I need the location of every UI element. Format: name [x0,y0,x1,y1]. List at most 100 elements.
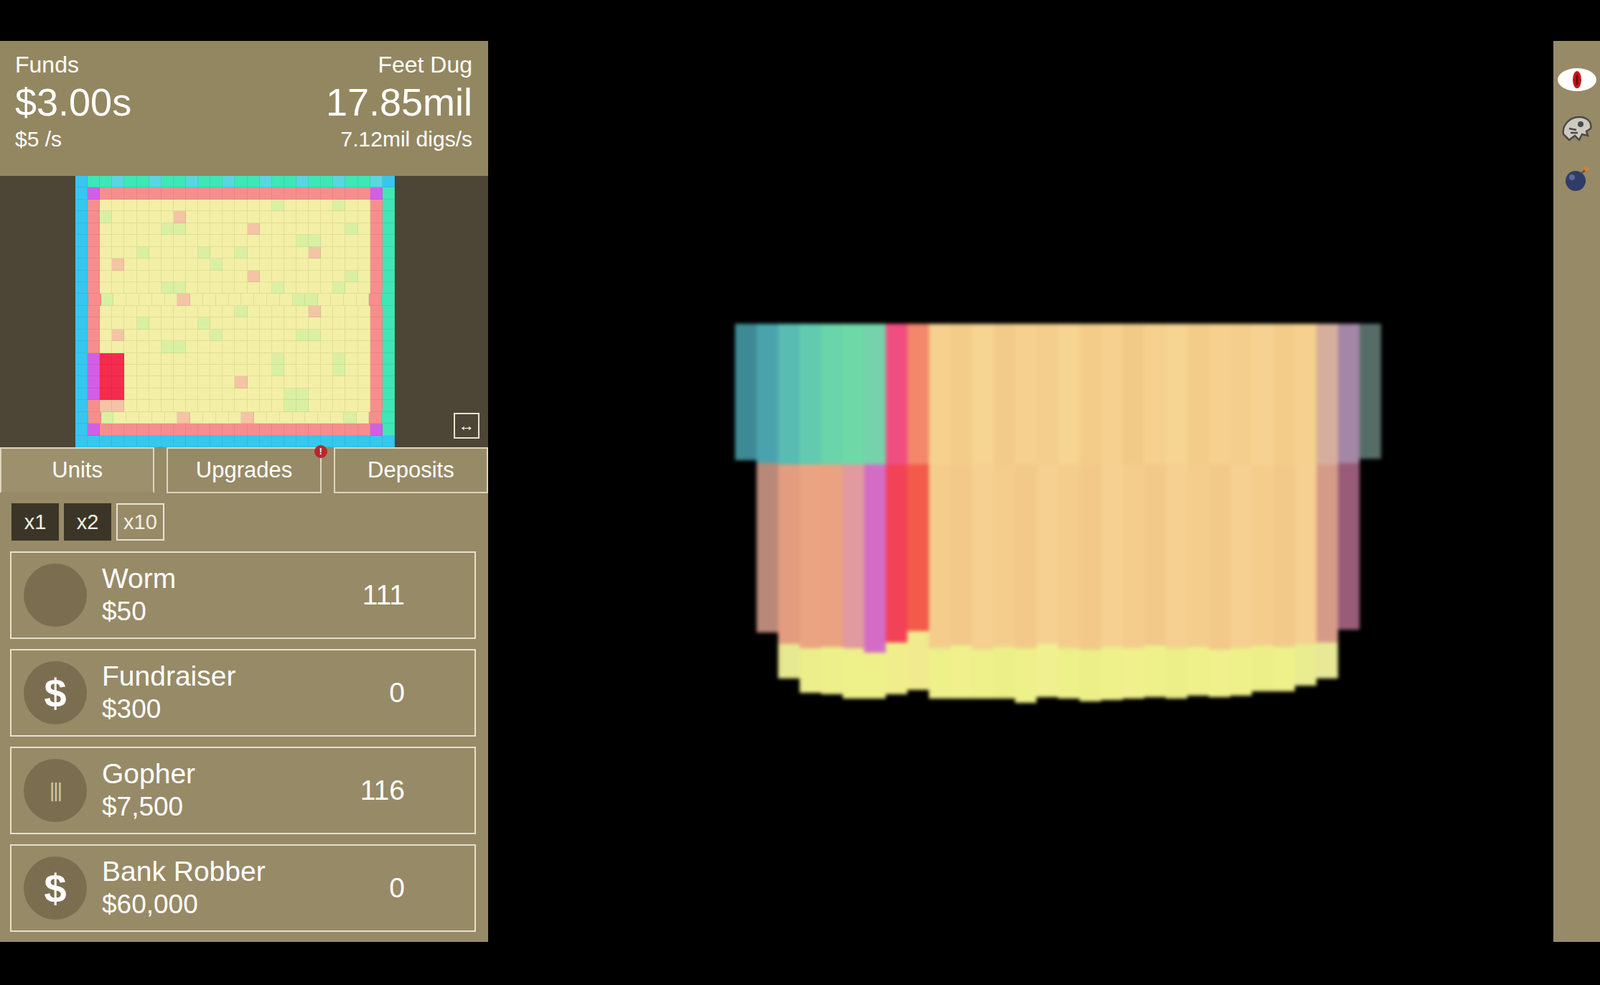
dig-layer [1165,464,1188,649]
fossil-button[interactable] [1556,112,1598,145]
unit-card[interactable]: $Fundraiser$3000 [10,648,476,737]
minimap-cell [382,388,395,400]
minimap-cell [308,423,321,435]
minimap-cell [161,223,174,235]
unit-list: Worm$50111 $Fundraiser$3000 |||Gopher$7,50… [0,551,489,932]
minimap-cell [87,353,100,365]
unit-card[interactable]: |||Gopher$7,500116 [10,746,476,835]
minimap-cell [149,317,162,329]
minimap[interactable]: ↔ [0,175,489,448]
minimap-cell [330,412,344,424]
minimap-cell [75,412,89,424]
dig-column [1036,323,1059,697]
multiplier-button[interactable]: x1 [11,503,59,541]
minimap-row [75,364,395,377]
minimap-cell [241,293,255,306]
minimap-cell [370,211,383,223]
minimap-cell [272,211,285,223]
tab[interactable]: Units [0,447,155,494]
minimap-cell [370,329,383,341]
dig-column [971,323,994,699]
minimap-cell [161,376,174,388]
minimap-cell [296,399,309,412]
unit-name: Bank Robber [101,854,374,889]
minimap-cell [185,399,199,412]
dig-column [778,323,800,679]
minimap-cell [173,399,186,412]
minimap-cell [216,293,229,306]
minimap-cell [259,435,273,448]
minimap-cell [173,258,186,270]
minimap-cell [247,305,260,318]
unit-card[interactable]: Worm$50111 [10,551,476,639]
minimap-cell [75,388,88,400]
minimap-cell [272,270,285,283]
dig-layer [799,464,822,649]
minimap-cell [185,388,199,400]
minimap-cell [254,412,268,424]
minimap-cell [296,234,309,247]
eye-icon [1556,66,1598,93]
minimap-cell [234,305,247,318]
minimap-cell [272,305,285,318]
minimap-cell [87,317,100,329]
dig-layer [1079,464,1102,650]
minimap-cell [234,175,247,188]
tab[interactable]: Upgrades! [166,447,321,494]
minimap-cell [137,246,150,259]
dig-layer [1122,464,1145,649]
dig-layer [1165,323,1188,465]
view-button[interactable] [1556,66,1598,93]
minimap-cell [333,388,346,400]
minimap-cell [87,376,100,388]
dig-column [1273,323,1295,692]
minimap-cell [247,340,260,353]
minimap-cell [345,199,358,212]
minimap-cell [382,340,395,353]
depth-label: Feet Dug [377,50,473,79]
minimap-cell [173,282,186,294]
minimap-cell [75,353,88,365]
unit-name: Gopher [101,757,346,792]
minimap-cell [370,270,383,283]
minimap-cell [382,329,395,341]
minimap-cell [137,399,150,412]
minimap-cell [173,353,186,365]
multiplier-button[interactable]: x2 [63,503,112,541]
dig-layer [1122,323,1145,465]
dig-layer [1165,648,1188,699]
minimap-cell [247,234,260,247]
minimap-cell [126,412,140,424]
minimap-cell [272,223,285,235]
bomb-button[interactable] [1556,164,1598,194]
minimap-cell [210,340,223,353]
minimap-cell [358,340,371,353]
dig-layer [993,646,1015,699]
minimap-cell [308,199,321,212]
minimap-cell [382,270,395,283]
expand-button[interactable]: ↔ [453,412,480,439]
unit-card[interactable]: $Bank Robber$60,0000 [10,844,476,932]
minimap-cell [259,399,273,412]
tab[interactable]: Deposits [333,447,489,494]
minimap-row [75,199,395,212]
minimap-cell [259,376,273,388]
unit-name: Fundraiser [101,659,374,694]
minimap-cell [345,340,358,353]
dig-layer [1058,648,1080,699]
dig-layer [1316,642,1338,679]
minimap-cell [320,376,334,388]
minimap-cell [99,258,112,270]
minimap-cell [149,399,162,412]
dig-layer [1122,648,1145,699]
minimap-cell [345,223,358,235]
multiplier-button[interactable]: x10 [116,503,165,541]
minimap-cell [259,187,273,199]
dig-layer [1208,464,1231,650]
minimap-row [75,305,395,318]
minimap-cell [173,317,186,329]
minimap-cell [358,258,371,270]
dig-layer [756,323,779,463]
minimap-cell [161,435,174,448]
minimap-cell [149,223,162,235]
